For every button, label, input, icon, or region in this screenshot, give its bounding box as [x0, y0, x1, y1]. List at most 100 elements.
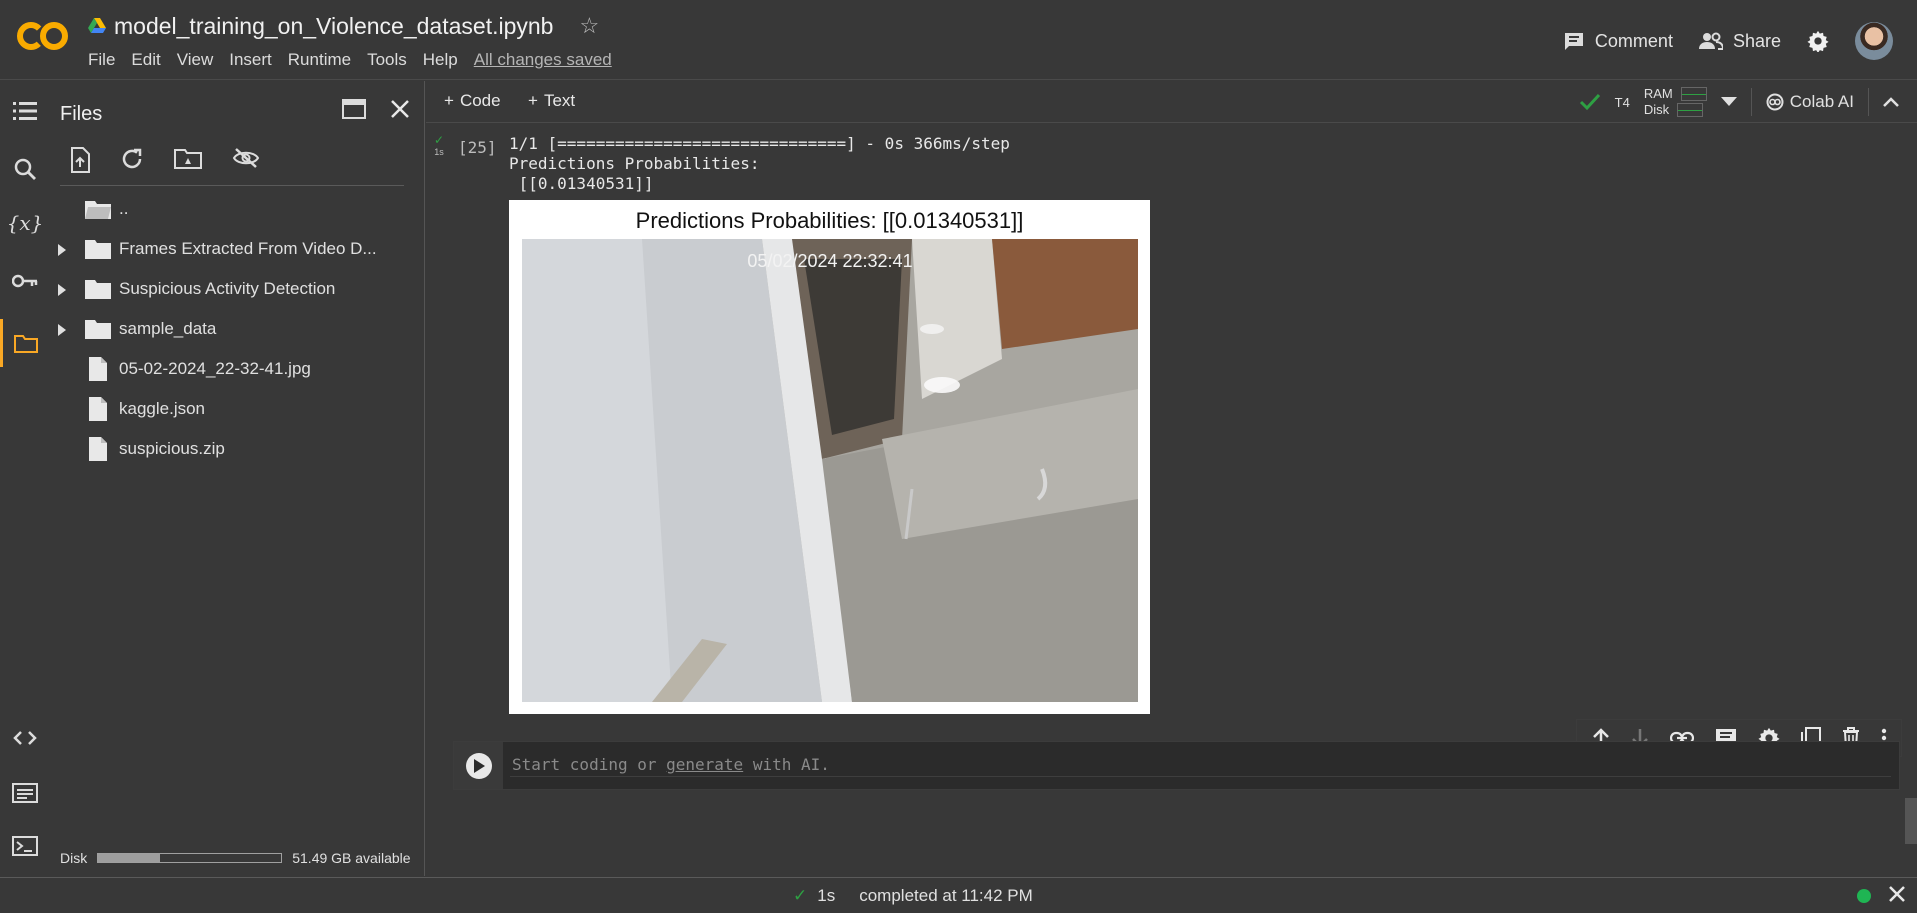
status-bar: ✓ 1s completed at 11:42 PM: [0, 877, 1917, 913]
left-rail: {x}: [0, 81, 48, 876]
runtime-dropdown-icon[interactable]: [1720, 97, 1737, 107]
file-tree: .. Frames Extracted From Video D... Susp…: [48, 189, 424, 469]
exec-duration: ✓ 1s: [793, 886, 835, 906]
play-icon: [465, 752, 492, 779]
status-duration: 1s: [817, 886, 836, 905]
colab-logo[interactable]: [16, 16, 70, 56]
mount-drive-icon[interactable]: [174, 147, 202, 173]
menu-bar: File Edit View Insert Runtime Tools Help…: [88, 50, 612, 70]
command-palette-icon[interactable]: [10, 778, 40, 808]
cell-exec-count[interactable]: [25]: [458, 138, 497, 157]
connected-check-icon: [1579, 93, 1601, 111]
success-check-icon: ✓: [793, 886, 808, 905]
share-button[interactable]: Share: [1698, 30, 1781, 52]
files-panel: Files .. Frames Extracted From Video D..…: [48, 81, 425, 876]
add-code-label: Code: [459, 91, 501, 110]
comment-label: Comment: [1594, 30, 1673, 51]
runtime-type[interactable]: T4: [1615, 95, 1630, 110]
notebook-title[interactable]: model_training_on_Violence_dataset.ipynb: [114, 13, 553, 40]
tree-item-label: Frames Extracted From Video D...: [119, 239, 377, 258]
expand-arrow-icon[interactable]: [58, 244, 68, 256]
close-status-icon[interactable]: [1887, 884, 1907, 904]
disk-usage-fill: [98, 854, 161, 862]
cell-exec-time: 1s: [434, 147, 444, 157]
file-icon: [88, 356, 108, 382]
tree-item-parent[interactable]: ..: [48, 189, 424, 229]
expand-arrow-icon[interactable]: [58, 324, 68, 336]
tree-item-folder[interactable]: Suspicious Activity Detection: [48, 269, 424, 309]
colab-ai-button[interactable]: Colab AI: [1766, 92, 1854, 112]
key-icon[interactable]: [10, 266, 40, 296]
user-avatar[interactable]: [1855, 22, 1893, 60]
drive-icon[interactable]: [88, 18, 106, 34]
tree-item-folder[interactable]: Frames Extracted From Video D...: [48, 229, 424, 269]
add-text-button[interactable]: + Text: [528, 91, 575, 111]
divider: [1750, 88, 1752, 116]
menu-insert[interactable]: Insert: [229, 50, 272, 70]
cell-run-status: ✓ 1s: [434, 133, 445, 157]
tree-item-file[interactable]: 05-02-2024_22-32-41.jpg: [48, 349, 424, 389]
collapse-chevron-up-icon[interactable]: [1883, 97, 1899, 107]
menu-file[interactable]: File: [88, 50, 115, 70]
menu-runtime[interactable]: Runtime: [288, 50, 351, 70]
settings-gear-icon[interactable]: [1807, 30, 1829, 52]
tree-item-label: Suspicious Activity Detection: [119, 279, 336, 298]
menu-tools[interactable]: Tools: [367, 50, 407, 70]
divider: [60, 185, 404, 186]
resource-monitor[interactable]: RAM Disk: [1644, 87, 1707, 117]
close-icon[interactable]: [390, 99, 410, 119]
menu-help[interactable]: Help: [423, 50, 458, 70]
comment-button[interactable]: Comment: [1563, 31, 1673, 52]
folder-icon: [84, 318, 112, 340]
disk-usage-bar: [97, 853, 283, 863]
tree-item-folder[interactable]: sample_data: [48, 309, 424, 349]
add-code-button[interactable]: + Code: [444, 91, 501, 111]
hide-files-icon[interactable]: [232, 147, 260, 173]
empty-code-cell[interactable]: Start coding or generate with AI.: [453, 741, 1900, 790]
code-snippets-icon[interactable]: [10, 723, 40, 753]
open-in-tab-icon[interactable]: [342, 99, 366, 119]
disk-sparkline: [1677, 103, 1704, 117]
menu-edit[interactable]: Edit: [131, 50, 160, 70]
code-editor-placeholder[interactable]: Start coding or generate with AI.: [512, 755, 830, 774]
cell-output-text: 1/1 [==============================] - 0…: [509, 134, 1010, 193]
variables-icon[interactable]: {x}: [7, 208, 44, 238]
divider: [1868, 88, 1869, 116]
terminal-icon[interactable]: [10, 831, 40, 861]
placeholder-text: Start coding or: [512, 755, 667, 774]
plus-icon: +: [444, 91, 454, 110]
tree-item-file[interactable]: suspicious.zip: [48, 429, 424, 469]
status-message[interactable]: completed at 11:42 PM: [859, 886, 1033, 906]
run-cell-button[interactable]: [454, 742, 503, 789]
placeholder-text: with AI.: [743, 755, 830, 774]
tree-item-label: sample_data: [119, 319, 217, 338]
refresh-icon[interactable]: [120, 147, 144, 173]
star-icon[interactable]: ☆: [579, 13, 599, 39]
editor-underline: [510, 776, 1891, 777]
files-folder-icon[interactable]: [0, 319, 48, 367]
folder-open-icon: [84, 198, 112, 220]
generate-link[interactable]: generate: [666, 755, 743, 774]
cctv-frame-image: 05/02/2024 22:32:41: [522, 239, 1138, 702]
ram-label: RAM: [1643, 86, 1673, 101]
save-status[interactable]: All changes saved: [474, 50, 612, 70]
expand-arrow-icon[interactable]: [58, 284, 68, 296]
folder-icon: [84, 238, 112, 260]
tree-item-file[interactable]: kaggle.json: [48, 389, 424, 429]
upload-file-icon[interactable]: [70, 147, 90, 173]
add-text-label: Text: [543, 91, 576, 110]
share-label: Share: [1732, 30, 1781, 51]
disk-label: Disk: [60, 850, 88, 866]
prediction-plot: Predictions Probabilities: [[0.01340531]…: [509, 200, 1150, 714]
disk-available: 51.49 GB available: [292, 850, 411, 866]
file-icon: [88, 396, 108, 422]
menu-view[interactable]: View: [177, 50, 214, 70]
scrollbar-thumb[interactable]: [1905, 798, 1917, 844]
connection-status-dot: [1857, 889, 1871, 903]
disk-resource-label: Disk: [1643, 102, 1670, 117]
tree-item-label: kaggle.json: [119, 399, 206, 418]
disk-usage: Disk 51.49 GB available: [60, 850, 411, 866]
tree-item-label: suspicious.zip: [119, 439, 225, 458]
search-icon[interactable]: [10, 154, 40, 184]
table-of-contents-icon[interactable]: [10, 96, 40, 126]
